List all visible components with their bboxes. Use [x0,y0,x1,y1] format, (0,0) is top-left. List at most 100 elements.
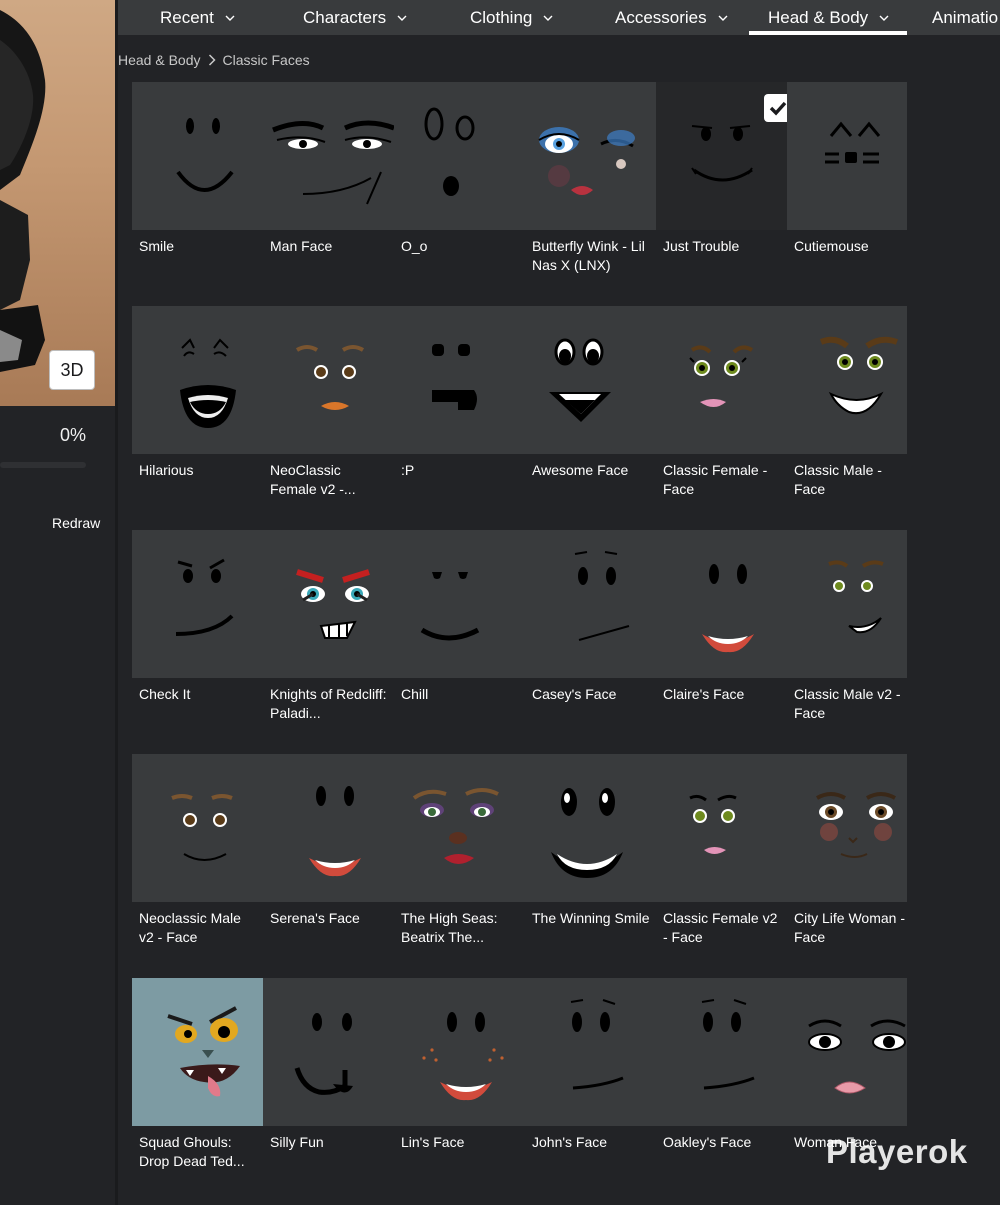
face-thumbnail[interactable] [787,978,907,1126]
face-thumbnail[interactable] [656,978,787,1126]
face-card-oakley[interactable]: Oakley's Face [656,978,787,1202]
face-name: Just Trouble [663,238,740,254]
face-name: Neoclassic Male v2 - Face [139,910,241,945]
face-card-city-life-woman[interactable]: City Life Woman - Face [787,754,907,978]
face-name: Squad Ghouls: Drop Dead Ted... [139,1134,245,1169]
face-card-classic-male-v2[interactable]: Classic Male v2 - Face [787,530,907,754]
face-card-hilarious[interactable]: Hilarious [132,306,263,530]
face-classic-female-v2-icon [689,794,737,854]
face-claire-icon [702,564,754,653]
face-card-just-trouble[interactable]: Just Trouble [656,82,792,306]
face-thumbnail[interactable] [132,978,263,1126]
face-thumbnail[interactable] [263,82,394,230]
face-name: Claire's Face [663,686,745,702]
face-oakley-icon [701,999,755,1090]
face-name: Lin's Face [401,1134,465,1150]
face-card-casey[interactable]: Casey's Face [525,530,656,754]
face-name: The High Seas: Beatrix The... [401,910,498,945]
face-check-it-icon [175,558,234,636]
face-thumbnail[interactable] [656,306,787,454]
face-name: Cutiemouse [794,238,869,254]
face-card-cutiemouse[interactable]: Cutiemouse [787,82,907,306]
face-name: Casey's Face [532,686,617,702]
face-butterfly-wink-icon [538,127,635,195]
face-city-life-woman-icon [816,792,896,858]
watermark-text: Playerok [826,1133,968,1170]
face-card-chill[interactable]: Chill [394,530,525,754]
face-woman-icon [808,1019,906,1094]
face-paladin-icon [296,569,370,639]
face-thumbnail[interactable] [263,306,394,454]
face-thumbnail[interactable] [132,530,263,678]
face-thumbnail[interactable] [787,82,907,230]
face-thumbnail[interactable] [263,530,394,678]
face-name: Classic Male - Face [794,462,882,497]
face-card-butterfly-wink[interactable]: Butterfly Wink - Lil Nas X (LNX) [525,82,656,306]
face-thumbnail[interactable] [525,306,656,454]
face-thumbnail[interactable] [525,530,656,678]
face-o-o-icon [424,107,475,196]
face-card-o-o[interactable]: O_o [394,82,525,306]
face-thumbnail[interactable] [525,978,656,1126]
face-card-classic-male[interactable]: Classic Male - Face [787,306,907,530]
face-chill-icon [420,572,480,641]
face-thumbnail[interactable] [394,530,525,678]
face-card-smile[interactable]: Smile [132,82,263,306]
face-thumbnail[interactable] [263,754,394,902]
face-thumbnail[interactable] [394,754,525,902]
face-card-winning-smile[interactable]: The Winning Smile [525,754,656,978]
face-ghoul-icon [167,1006,240,1097]
face-thumbnail[interactable] [656,754,787,902]
face-cutiemouse-icon [825,121,881,164]
face-card-classic-female-v2[interactable]: Classic Female v2 - Face [656,754,787,978]
face-name: Silly Fun [270,1134,324,1150]
face-man-face-icon [272,120,394,205]
face-name: Serena's Face [270,910,360,926]
face-thumbnail[interactable] [132,754,263,902]
face-card-serena[interactable]: Serena's Face [263,754,394,978]
face-name: The Winning Smile [532,910,650,926]
face-thumbnail[interactable] [394,978,525,1126]
face-thumbnail[interactable] [525,82,656,230]
face-thumbnail[interactable] [787,306,907,454]
face-card-ghoul[interactable]: Squad Ghouls: Drop Dead Ted... [132,978,263,1202]
face-neoclassic-female-icon [295,345,365,410]
face-name: Classic Male v2 - Face [794,686,901,721]
face-thumbnail[interactable] [394,306,525,454]
face-card-classic-female[interactable]: Classic Female - Face [656,306,787,530]
face-name: Chill [401,686,429,702]
face-card-claire[interactable]: Claire's Face [656,530,787,754]
face-name: Smile [139,238,175,254]
face-card-paladin[interactable]: Knights of Redcliff: Paladi... [263,530,394,754]
face-name: Oakley's Face [663,1134,752,1150]
face-classic-male-v2-icon [828,560,884,634]
face-thumbnail[interactable] [132,306,263,454]
face-serena-icon [309,786,361,877]
face-name: Man Face [270,238,333,254]
face-card-awesome[interactable]: Awesome Face [525,306,656,530]
face-name: NeoClassic Female v2 -... [270,462,356,497]
face-card-neoclassic-female[interactable]: NeoClassic Female v2 -... [263,306,394,530]
face-thumbnail[interactable] [394,82,525,230]
face-name: Hilarious [139,462,194,478]
face-classic-male-icon [819,336,899,415]
face-name: Check It [139,686,191,702]
face-name: O_o [401,238,428,254]
face-card-silly-fun[interactable]: Silly Fun [263,978,394,1202]
face-card-neoclassic-male[interactable]: Neoclassic Male v2 - Face [132,754,263,978]
face-card-john[interactable]: John's Face [525,978,656,1202]
face-card-tongue[interactable]: :P [394,306,525,530]
face-smile-icon [176,118,234,192]
face-thumbnail[interactable] [263,978,394,1126]
face-name: Knights of Redcliff: Paladi... [270,686,387,721]
face-tongue-icon [432,344,477,410]
face-card-lin[interactable]: Lin's Face [394,978,525,1202]
face-thumbnail[interactable] [787,754,907,902]
face-thumbnail[interactable] [525,754,656,902]
face-card-check-it[interactable]: Check It [132,530,263,754]
face-thumbnail[interactable] [132,82,263,230]
face-thumbnail[interactable] [787,530,907,678]
face-card-beatrix[interactable]: The High Seas: Beatrix The... [394,754,525,978]
face-thumbnail[interactable] [656,530,787,678]
face-card-man-face[interactable]: Man Face [263,82,394,306]
